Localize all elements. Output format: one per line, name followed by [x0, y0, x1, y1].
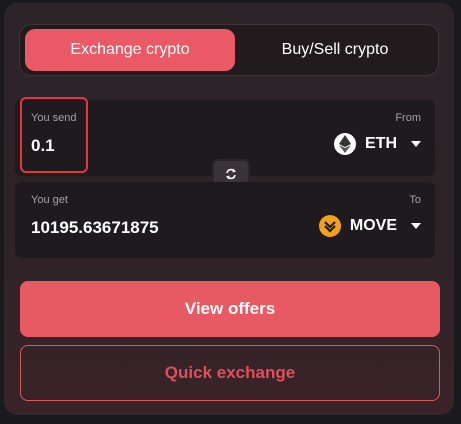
ethereum-icon — [334, 133, 356, 155]
quick-exchange-button[interactable]: Quick exchange — [20, 345, 440, 401]
chevron-down-icon — [411, 223, 421, 229]
tab-exchange-crypto[interactable]: Exchange crypto — [25, 29, 235, 71]
get-coin-selector[interactable]: MOVE — [318, 214, 421, 238]
get-row: You get To 10195.63671875 MOVE — [15, 182, 435, 258]
send-coin-selector[interactable]: ETH — [334, 132, 421, 156]
to-label: To — [409, 194, 421, 206]
tab-exchange-label: Exchange crypto — [70, 41, 190, 58]
send-label: You send — [31, 112, 77, 124]
send-amount-input[interactable]: 0.1 — [31, 136, 55, 156]
view-offers-button[interactable]: View offers — [20, 281, 440, 337]
from-label: From — [395, 112, 421, 124]
send-coin-name: ETH — [365, 135, 397, 152]
get-label: You get — [31, 194, 68, 206]
get-amount-value: 10195.63671875 — [31, 218, 159, 237]
view-offers-label: View offers — [184, 299, 276, 318]
mode-tabs: Exchange crypto Buy/Sell crypto — [19, 24, 439, 76]
quick-exchange-label: Quick exchange — [164, 363, 296, 382]
tab-buy-sell-crypto[interactable]: Buy/Sell crypto — [250, 29, 420, 71]
tab-buysell-label: Buy/Sell crypto — [281, 41, 389, 58]
chevron-down-icon — [411, 141, 421, 147]
move-token-icon — [318, 215, 341, 237]
get-coin-name: MOVE — [349, 217, 397, 234]
